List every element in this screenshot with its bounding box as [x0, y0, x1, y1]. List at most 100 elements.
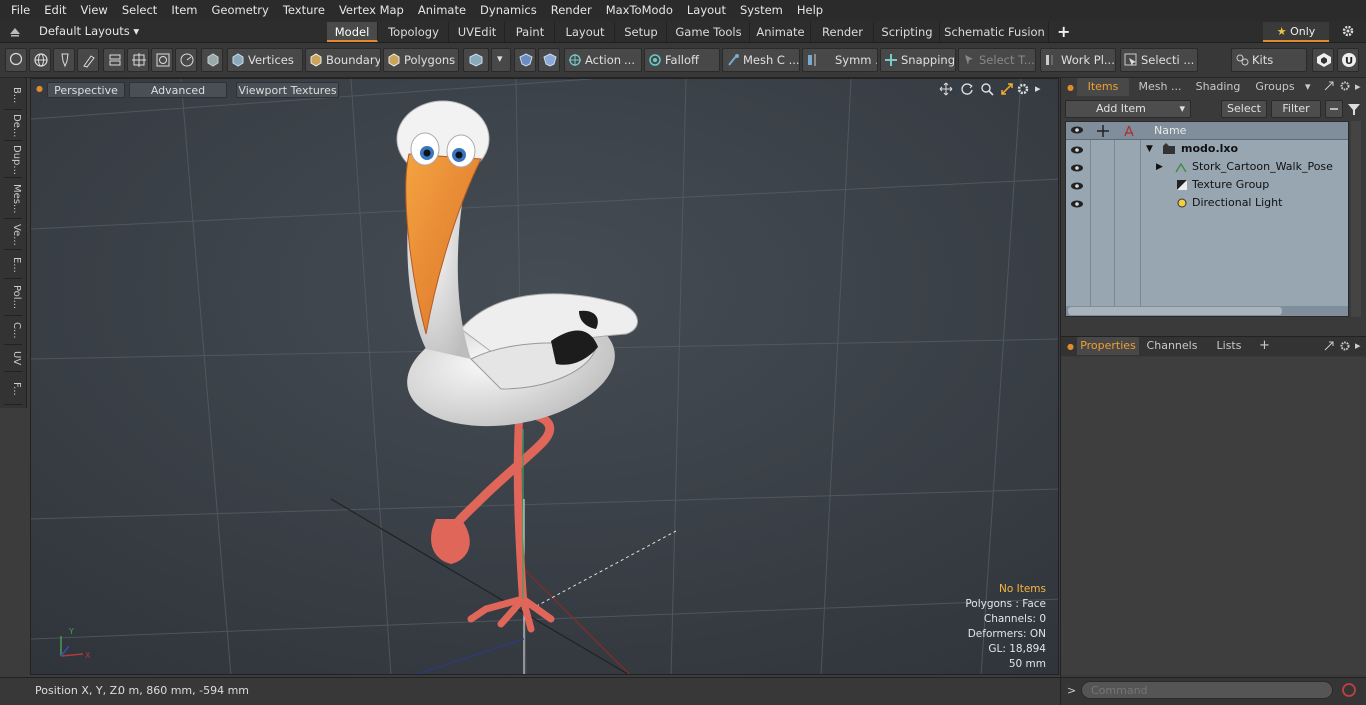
- layout-expand-icon[interactable]: [8, 25, 22, 40]
- tab-uvedit[interactable]: UVEdit: [450, 22, 505, 42]
- tab-channels[interactable]: Channels: [1143, 337, 1201, 355]
- globe-icon[interactable]: [29, 48, 51, 72]
- material-dropdown[interactable]: ▾: [491, 48, 511, 72]
- unreal-icon[interactable]: U: [1337, 48, 1359, 72]
- tab-properties[interactable]: Properties: [1077, 337, 1139, 355]
- collapse-icon[interactable]: [1325, 100, 1343, 118]
- horizontal-scrollbar[interactable]: [1066, 306, 1348, 316]
- list-item[interactable]: ▼ modo.lxo: [1066, 140, 1348, 158]
- snapping-button[interactable]: Snapping: [880, 48, 956, 72]
- tab-layout[interactable]: Layout: [556, 22, 615, 42]
- filter-button[interactable]: Filter: [1271, 100, 1321, 118]
- panel-gear-icon[interactable]: [1339, 80, 1351, 95]
- vertices-button[interactable]: Vertices: [227, 48, 303, 72]
- record-macro-icon[interactable]: [1341, 682, 1357, 701]
- tabs-overflow-icon[interactable]: ▾: [1305, 80, 1311, 93]
- tab-schematic-fusion[interactable]: Schematic Fusion: [941, 22, 1049, 42]
- tab-scripting[interactable]: Scripting: [875, 22, 940, 42]
- add-item-button[interactable]: Add Item ▾: [1065, 100, 1191, 118]
- menu-help[interactable]: Help: [790, 0, 830, 21]
- boundary-button[interactable]: Boundary: [305, 48, 381, 72]
- selection-sets-button[interactable]: Selecti ...: [1120, 48, 1198, 72]
- move-view-icon[interactable]: [939, 82, 953, 99]
- mesh-constraint-button[interactable]: Mesh C ...: [722, 48, 800, 72]
- material-mode-icon[interactable]: [463, 48, 489, 72]
- add-tab-button[interactable]: +: [1057, 22, 1070, 41]
- viewport-menu-dot-icon[interactable]: ●: [36, 84, 43, 93]
- funnel-icon[interactable]: [1347, 102, 1361, 119]
- vtab-edge[interactable]: E...: [4, 251, 22, 279]
- select-circle-tool[interactable]: [5, 48, 27, 72]
- menu-vertex-map[interactable]: Vertex Map: [332, 0, 411, 21]
- center-icon[interactable]: [127, 48, 149, 72]
- pen-icon[interactable]: [53, 48, 75, 72]
- clock-icon[interactable]: [175, 48, 197, 72]
- menu-select[interactable]: Select: [115, 0, 164, 21]
- brush-icon[interactable]: [77, 48, 99, 72]
- vtab-curve[interactable]: C...: [4, 317, 22, 345]
- vtab-vertex[interactable]: Ve...: [4, 220, 22, 250]
- zoom-view-icon[interactable]: [980, 82, 994, 99]
- menu-texture[interactable]: Texture: [276, 0, 332, 21]
- tab-lists[interactable]: Lists: [1207, 337, 1251, 355]
- vtab-mesh-edit[interactable]: Mes...: [4, 179, 22, 219]
- eye-icon[interactable]: [1070, 197, 1084, 215]
- list-item[interactable]: Directional Light: [1066, 194, 1348, 212]
- default-layouts-dropdown[interactable]: Default Layouts ▾: [39, 24, 139, 38]
- falloff-button[interactable]: Falloff: [644, 48, 720, 72]
- tab-game-tools[interactable]: Game Tools: [668, 22, 750, 42]
- panel-menu-dot-icon[interactable]: ●: [1067, 83, 1074, 92]
- tab-render[interactable]: Render: [812, 22, 874, 42]
- snap-box-icon[interactable]: [151, 48, 173, 72]
- tab-shading[interactable]: Shading: [1189, 78, 1247, 96]
- menu-file[interactable]: File: [4, 0, 37, 21]
- menu-layout[interactable]: Layout: [680, 0, 733, 21]
- tab-topology[interactable]: Topology: [379, 22, 449, 42]
- list-item[interactable]: Texture Group: [1066, 176, 1348, 194]
- vtab-deform[interactable]: De...: [4, 111, 22, 141]
- tab-paint[interactable]: Paint: [506, 22, 555, 42]
- tab-model[interactable]: Model: [327, 22, 378, 42]
- properties-gear-icon[interactable]: [1339, 340, 1351, 355]
- vtab-fusion[interactable]: F...: [4, 373, 22, 405]
- advanced-button[interactable]: Advanced: [129, 82, 227, 98]
- tab-mesh-ops[interactable]: Mesh ...: [1133, 78, 1187, 96]
- only-toggle[interactable]: ★ Only: [1263, 22, 1329, 42]
- command-input[interactable]: [1081, 681, 1333, 699]
- vertical-scrollbar[interactable]: [1351, 121, 1361, 317]
- properties-menu-dot-icon[interactable]: ●: [1067, 342, 1074, 351]
- add-properties-tab-button[interactable]: +: [1259, 338, 1270, 353]
- unity-icon[interactable]: [1312, 48, 1334, 72]
- vtab-polygon[interactable]: Pol...: [4, 280, 22, 316]
- menu-dynamics[interactable]: Dynamics: [473, 0, 544, 21]
- panel-expand-icon[interactable]: ▸: [1355, 80, 1361, 93]
- scrollbar-thumb[interactable]: [1068, 307, 1282, 315]
- symmetry-button[interactable]: Symm ...: [802, 48, 878, 72]
- menu-view[interactable]: View: [74, 0, 115, 21]
- maximize-view-icon[interactable]: [1000, 82, 1014, 99]
- menu-animate[interactable]: Animate: [411, 0, 473, 21]
- perspective-button[interactable]: Perspective: [47, 82, 125, 98]
- select-through-button[interactable]: Select T...: [958, 48, 1036, 72]
- align-icon[interactable]: [103, 48, 125, 72]
- viewport-gear-icon[interactable]: [1016, 82, 1030, 99]
- properties-maximize-icon[interactable]: [1323, 340, 1335, 355]
- item-mode-icon[interactable]: [201, 48, 223, 72]
- tab-setup[interactable]: Setup: [616, 22, 667, 42]
- menu-edit[interactable]: Edit: [37, 0, 73, 21]
- vtab-basic[interactable]: B...: [4, 82, 22, 110]
- tab-animate[interactable]: Animate: [751, 22, 811, 42]
- vtab-duplicate[interactable]: Dup...: [4, 142, 22, 178]
- work-plane-button[interactable]: Work Pl...: [1040, 48, 1116, 72]
- menu-maxtomodo[interactable]: MaxToModo: [599, 0, 680, 21]
- gear-icon[interactable]: [1341, 24, 1355, 41]
- menu-geometry[interactable]: Geometry: [205, 0, 276, 21]
- name-column-header[interactable]: Name: [1154, 122, 1186, 140]
- menu-render[interactable]: Render: [544, 0, 599, 21]
- shield-icon[interactable]: [514, 48, 536, 72]
- collapse-triangle-icon[interactable]: ▶: [1156, 158, 1163, 176]
- menu-system[interactable]: System: [733, 0, 790, 21]
- rotate-view-icon[interactable]: [960, 82, 974, 99]
- tab-groups[interactable]: Groups: [1249, 78, 1301, 96]
- 3d-viewport[interactable]: ● Perspective Advanced Viewport Textures…: [30, 78, 1059, 675]
